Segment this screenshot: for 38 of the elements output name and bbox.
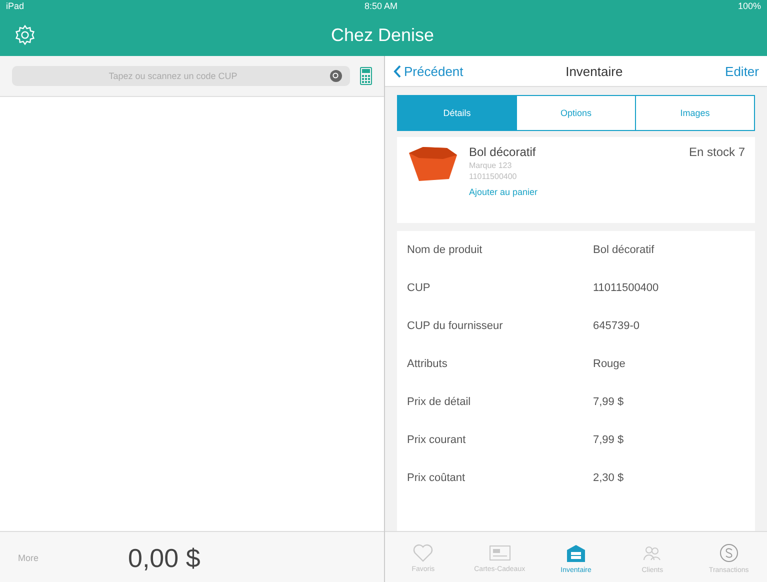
edit-button[interactable]: Editer [725, 64, 759, 78]
field-value: 7,99 $ [593, 396, 624, 408]
field-value: Rouge [593, 358, 626, 370]
dollar-circle-icon [718, 542, 739, 562]
product-code: 11011500400 [469, 172, 518, 181]
battery-label: 100% [738, 1, 761, 13]
heart-icon [413, 544, 434, 562]
field-value: 2,30 $ [593, 472, 624, 484]
back-button[interactable]: Précédent [393, 64, 464, 78]
field-value: 7,99 $ [593, 434, 624, 446]
more-link[interactable]: More [18, 553, 128, 563]
segment-tab[interactable]: Détails [398, 96, 517, 130]
field-value: 645739-0 [593, 320, 640, 332]
field-label: Attributs [407, 358, 448, 370]
device-label: iPad [6, 1, 24, 13]
chevron-left-icon [393, 64, 401, 78]
field-label: Prix de détail [407, 396, 472, 408]
card-icon [488, 544, 511, 562]
calculator-icon[interactable] [360, 67, 372, 85]
scan-icon[interactable] [330, 70, 342, 82]
app-title: Chez Denise [330, 24, 436, 46]
field-label: Nom de produit [407, 244, 484, 256]
field-label: Prix courant [407, 434, 467, 446]
stock-count: En stock 7 [688, 145, 745, 161]
field-value: Bol décoratif [593, 244, 654, 256]
cart-total: 0,00 $ [128, 542, 200, 574]
field-label: CUP [407, 282, 432, 294]
store-icon [566, 542, 586, 562]
field-value: 11011500400 [593, 282, 659, 294]
field-label: CUP du fournisseur [407, 320, 504, 332]
status-time: 8:50 AM [364, 1, 398, 13]
add-to-cart-link[interactable]: Ajouter au panier [469, 187, 679, 197]
product-name: Bol décoratif [469, 145, 537, 159]
product-brand: Marque 123 [469, 161, 513, 170]
field-label: Prix coûtant [407, 472, 466, 484]
search-field[interactable]: Tapez ou scannez un code CUP [12, 66, 350, 86]
nav-title: Inventaire [564, 64, 624, 78]
settings-icon[interactable] [14, 24, 36, 46]
